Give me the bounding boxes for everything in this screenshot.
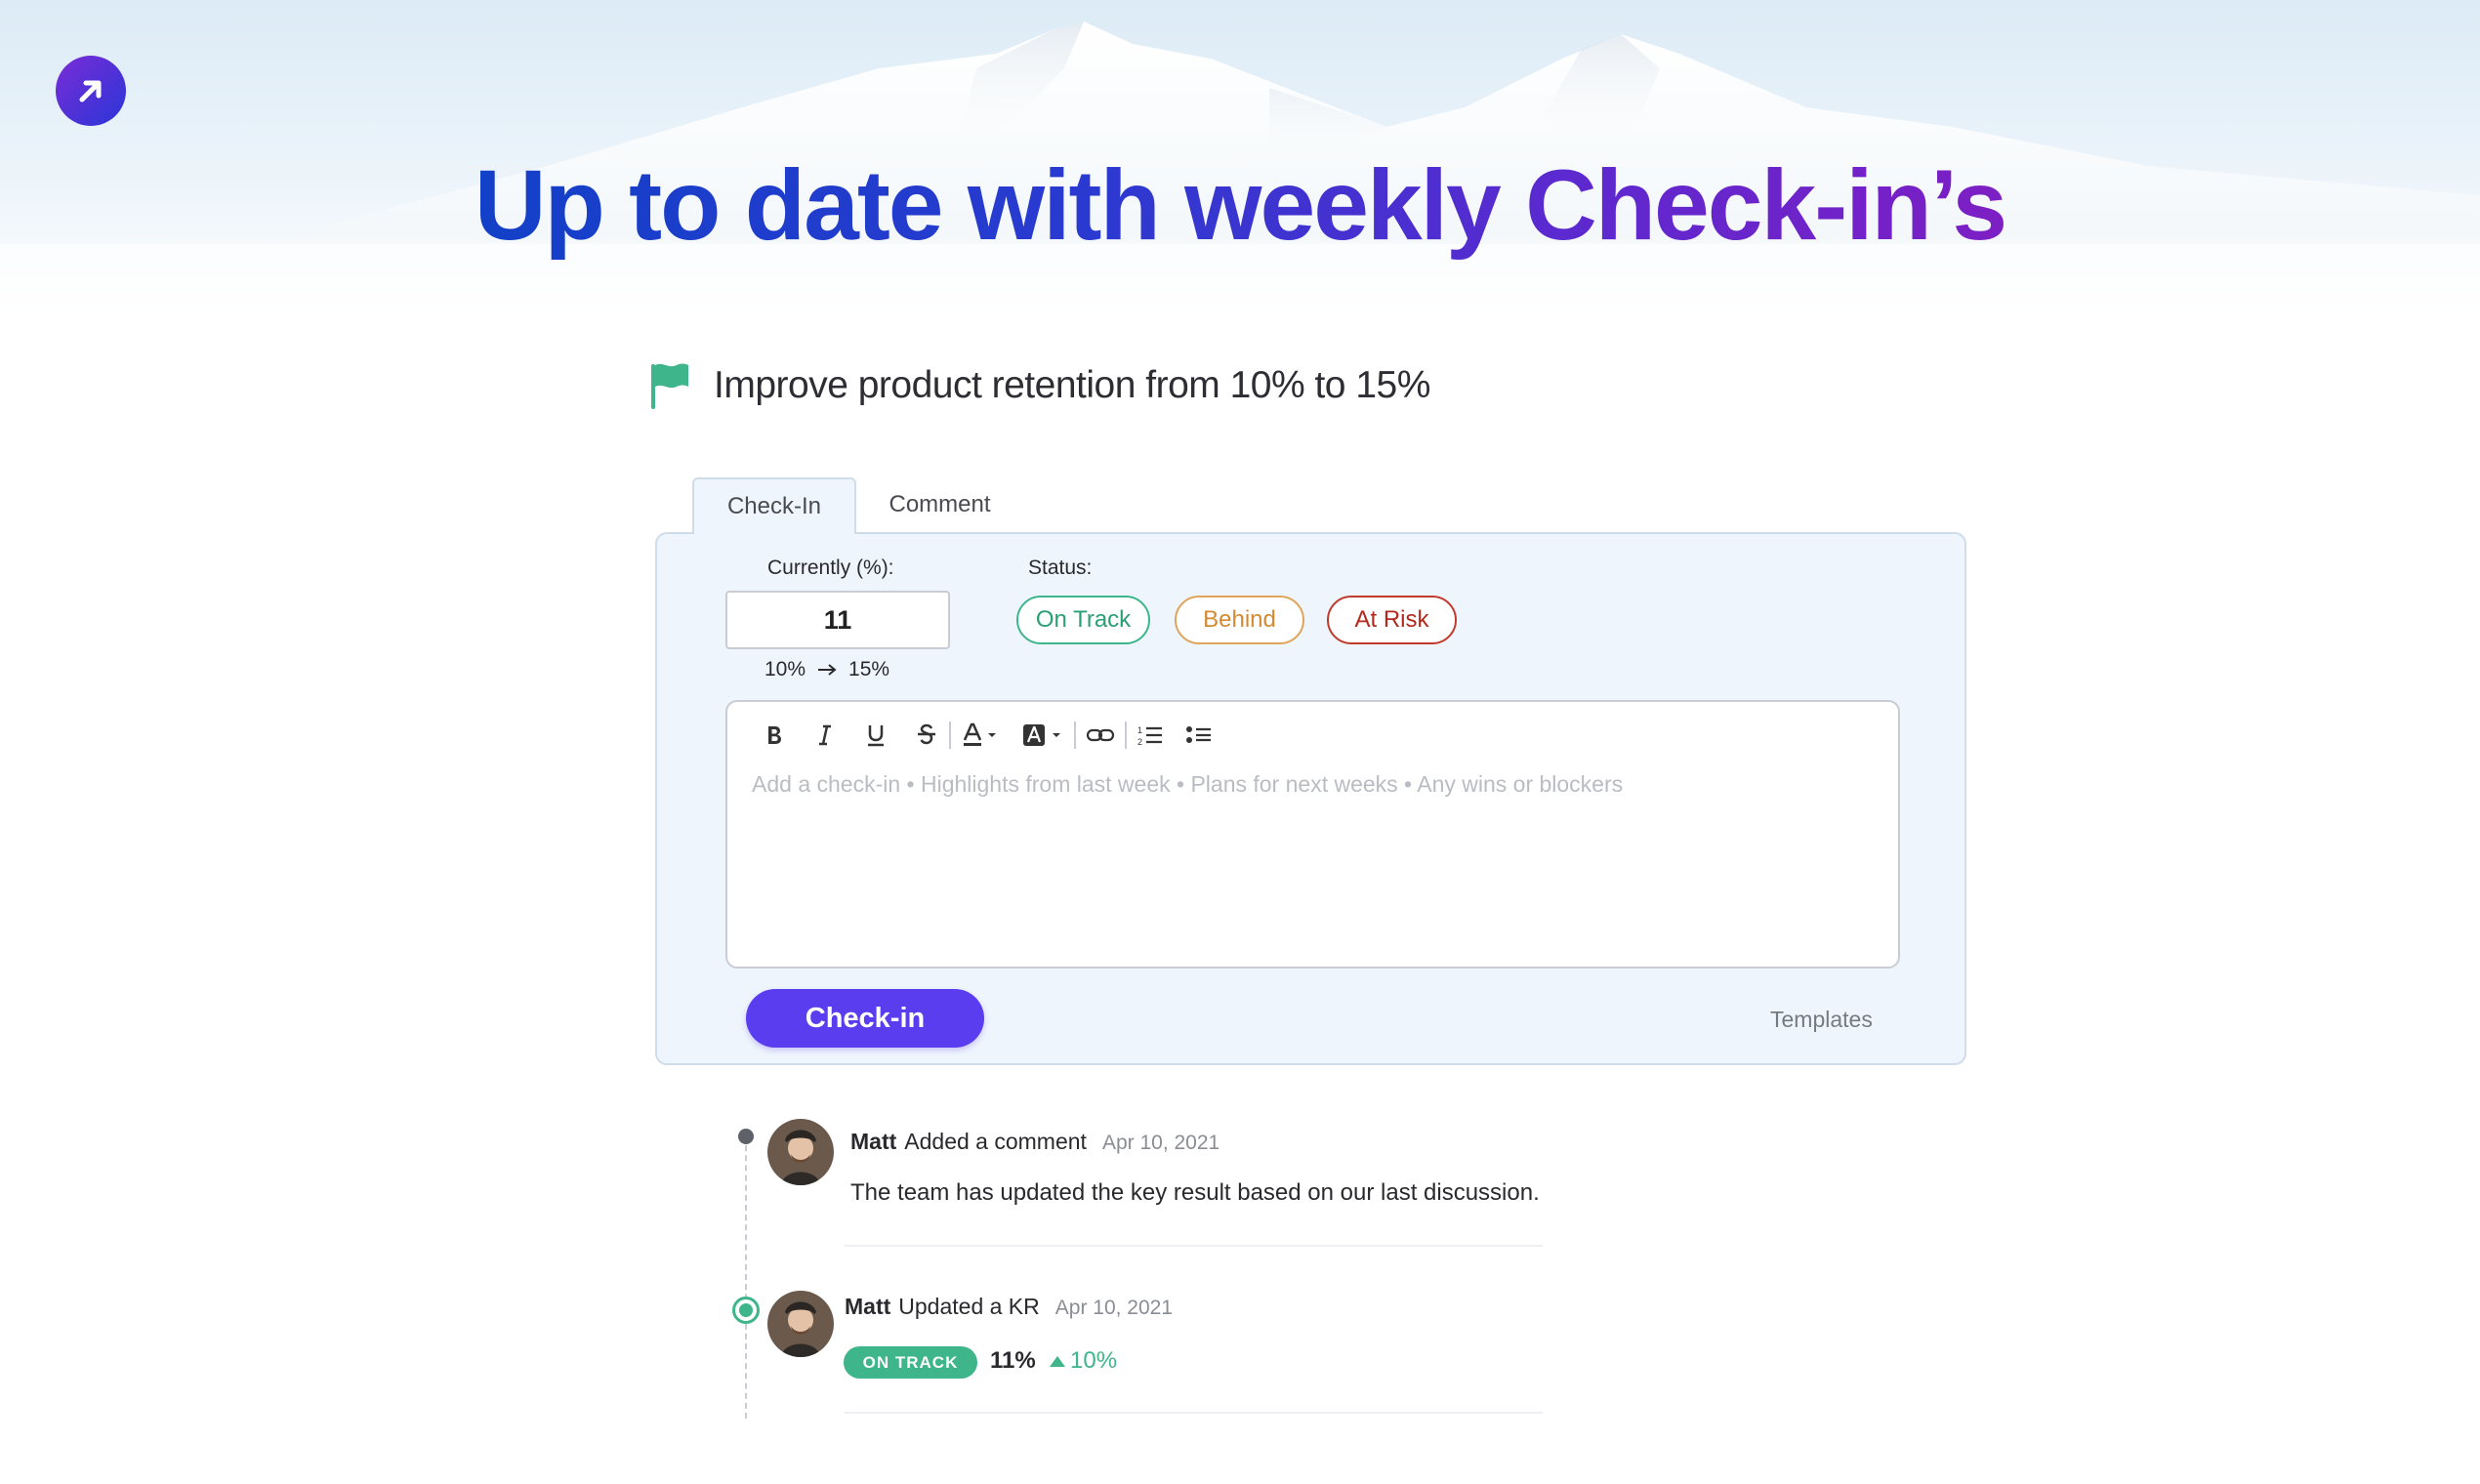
current-value-label: Currently (%): — [767, 556, 894, 579]
bold-icon[interactable] — [762, 718, 787, 753]
triangle-up-icon — [1050, 1356, 1065, 1367]
activity-action: Updated a KR — [898, 1294, 1040, 1319]
target-range: 10% 15% — [765, 658, 889, 681]
italic-icon[interactable] — [812, 718, 838, 753]
flag-icon — [651, 363, 688, 409]
timeline-dot-comment — [738, 1129, 754, 1144]
avatar[interactable] — [767, 1291, 834, 1357]
objective-header: Improve product retention from 10% to 15… — [649, 356, 1430, 415]
comment-text: The team has updated the key result base… — [850, 1179, 1540, 1206]
templates-link[interactable]: Templates — [1770, 1007, 1873, 1033]
highlight-icon[interactable] — [1021, 718, 1064, 753]
status-badge: ON TRACK — [844, 1346, 977, 1379]
timeline-entry-header: Matt Added a comment Apr 10, 2021 — [850, 1129, 1219, 1155]
user-avatar-image — [767, 1119, 834, 1185]
kr-current-value: 11% — [990, 1347, 1036, 1374]
range-to: 15% — [848, 658, 890, 680]
status-behind-button[interactable]: Behind — [1175, 596, 1304, 644]
user-name[interactable]: Matt — [845, 1294, 890, 1320]
status-on-track-button[interactable]: On Track — [1016, 596, 1150, 644]
underline-icon[interactable] — [863, 718, 889, 753]
user-avatar-image — [767, 1291, 834, 1357]
activity-date: Apr 10, 2021 — [1054, 1297, 1174, 1319]
kr-change: 10% — [1049, 1347, 1117, 1375]
status-label: Status: — [1028, 556, 1093, 579]
strikethrough-icon[interactable] — [914, 718, 939, 753]
app-logo[interactable] — [56, 56, 126, 126]
timeline-divider — [845, 1245, 1543, 1247]
toolbar-separator — [1125, 721, 1127, 749]
timeline-dot-kr-update — [732, 1297, 760, 1324]
status-at-risk-button[interactable]: At Risk — [1327, 596, 1457, 644]
editor-placeholder: Add a check-in • Highlights from last we… — [752, 771, 1624, 797]
toolbar-separator — [949, 721, 951, 749]
objective-title: Improve product retention from 10% to 15… — [714, 364, 1430, 406]
text-color-icon[interactable] — [961, 718, 1000, 753]
ordered-list-icon[interactable]: 12 — [1137, 718, 1164, 753]
svg-text:2: 2 — [1137, 737, 1142, 747]
tab-comment[interactable]: Comment — [869, 480, 1011, 529]
kr-change-value: 10% — [1070, 1347, 1118, 1374]
range-from: 10% — [765, 658, 806, 680]
page-headline: Up to date with weekly Check-in’s — [474, 149, 2007, 261]
activity-action: Added a comment — [904, 1129, 1087, 1154]
user-name[interactable]: Matt — [850, 1129, 896, 1155]
link-icon[interactable] — [1086, 718, 1115, 753]
arrow-up-right-icon — [79, 80, 102, 103]
editor-toolbar: 12 — [762, 718, 1213, 753]
toolbar-separator — [1074, 721, 1076, 749]
activity-date: Apr 10, 2021 — [1101, 1132, 1220, 1154]
check-in-submit-button[interactable]: Check-in — [746, 989, 984, 1048]
current-value-input[interactable]: 11 — [725, 591, 950, 649]
svg-text:1: 1 — [1137, 725, 1142, 735]
timeline-entry-header: Matt Updated a KR Apr 10, 2021 — [845, 1294, 1173, 1320]
bullet-list-icon[interactable] — [1185, 718, 1213, 753]
tab-check-in[interactable]: Check-In — [692, 477, 856, 534]
avatar[interactable] — [767, 1119, 834, 1185]
timeline-divider — [845, 1412, 1543, 1414]
arrow-right-icon — [818, 664, 837, 676]
timeline-line — [745, 1135, 747, 1419]
